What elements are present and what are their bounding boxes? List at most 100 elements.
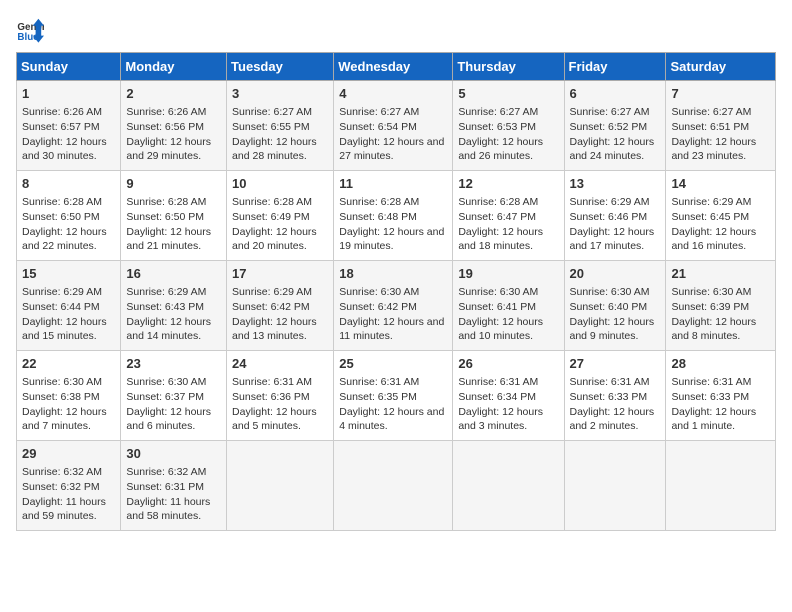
day-info: Sunrise: 6:31 AM Sunset: 6:36 PM Dayligh… <box>232 375 328 434</box>
calendar-cell: 10 Sunrise: 6:28 AM Sunset: 6:49 PM Dayli… <box>227 171 334 261</box>
calendar-cell <box>453 441 564 531</box>
calendar-cell <box>564 441 666 531</box>
day-info: Sunrise: 6:30 AM Sunset: 6:40 PM Dayligh… <box>570 285 661 344</box>
logo-icon: General Blue <box>16 16 44 44</box>
calendar-cell: 2 Sunrise: 6:26 AM Sunset: 6:56 PM Daylig… <box>121 81 227 171</box>
week-row-3: 15 Sunrise: 6:29 AM Sunset: 6:44 PM Dayli… <box>17 261 776 351</box>
calendar-cell: 26 Sunrise: 6:31 AM Sunset: 6:34 PM Dayli… <box>453 351 564 441</box>
day-info: Sunrise: 6:27 AM Sunset: 6:53 PM Dayligh… <box>458 105 558 164</box>
day-info: Sunrise: 6:29 AM Sunset: 6:45 PM Dayligh… <box>671 195 770 254</box>
day-number: 3 <box>232 85 328 103</box>
day-info: Sunrise: 6:29 AM Sunset: 6:43 PM Dayligh… <box>126 285 221 344</box>
calendar-cell: 29Sunrise: 6:32 AM Sunset: 6:32 PM Dayli… <box>17 441 121 531</box>
header-cell-thursday: Thursday <box>453 53 564 81</box>
day-info: Sunrise: 6:30 AM Sunset: 6:41 PM Dayligh… <box>458 285 558 344</box>
header-cell-wednesday: Wednesday <box>334 53 453 81</box>
day-info: Sunrise: 6:30 AM Sunset: 6:38 PM Dayligh… <box>22 375 115 434</box>
day-number: 26 <box>458 355 558 373</box>
calendar-cell: 16Sunrise: 6:29 AM Sunset: 6:43 PM Dayli… <box>121 261 227 351</box>
calendar-cell: 28 Sunrise: 6:31 AM Sunset: 6:33 PM Dayli… <box>666 351 776 441</box>
day-info: Sunrise: 6:30 AM Sunset: 6:39 PM Dayligh… <box>671 285 770 344</box>
day-info: Sunrise: 6:26 AM Sunset: 6:56 PM Dayligh… <box>126 105 221 164</box>
day-info: Sunrise: 6:30 AM Sunset: 6:37 PM Dayligh… <box>126 375 221 434</box>
header-cell-friday: Friday <box>564 53 666 81</box>
header-row: SundayMondayTuesdayWednesdayThursdayFrid… <box>17 53 776 81</box>
calendar-cell: 6 Sunrise: 6:27 AM Sunset: 6:52 PM Daylig… <box>564 81 666 171</box>
day-info: Sunrise: 6:27 AM Sunset: 6:55 PM Dayligh… <box>232 105 328 164</box>
calendar-cell: 14 Sunrise: 6:29 AM Sunset: 6:45 PM Dayli… <box>666 171 776 261</box>
header-cell-tuesday: Tuesday <box>227 53 334 81</box>
day-number: 15 <box>22 265 115 283</box>
calendar-cell: 24 Sunrise: 6:31 AM Sunset: 6:36 PM Dayli… <box>227 351 334 441</box>
day-info: Sunrise: 6:29 AM Sunset: 6:44 PM Dayligh… <box>22 285 115 344</box>
day-number: 24 <box>232 355 328 373</box>
day-number: 23 <box>126 355 221 373</box>
day-number: 30 <box>126 445 221 463</box>
calendar-cell: 4Sunrise: 6:27 AM Sunset: 6:54 PM Daylig… <box>334 81 453 171</box>
day-info: Sunrise: 6:30 AM Sunset: 6:42 PM Dayligh… <box>339 285 447 344</box>
calendar-cell <box>227 441 334 531</box>
day-number: 2 <box>126 85 221 103</box>
week-row-5: 29Sunrise: 6:32 AM Sunset: 6:32 PM Dayli… <box>17 441 776 531</box>
day-info: Sunrise: 6:28 AM Sunset: 6:50 PM Dayligh… <box>126 195 221 254</box>
day-number: 9 <box>126 175 221 193</box>
day-info: Sunrise: 6:31 AM Sunset: 6:33 PM Dayligh… <box>671 375 770 434</box>
calendar-cell: 11 Sunrise: 6:28 AM Sunset: 6:48 PM Dayli… <box>334 171 453 261</box>
day-info: Sunrise: 6:28 AM Sunset: 6:48 PM Dayligh… <box>339 195 447 254</box>
calendar-cell: 13 Sunrise: 6:29 AM Sunset: 6:46 PM Dayli… <box>564 171 666 261</box>
calendar-cell: 12 Sunrise: 6:28 AM Sunset: 6:47 PM Dayli… <box>453 171 564 261</box>
logo: General Blue <box>16 16 48 44</box>
day-info: Sunrise: 6:31 AM Sunset: 6:33 PM Dayligh… <box>570 375 661 434</box>
calendar-cell <box>334 441 453 531</box>
day-number: 6 <box>570 85 661 103</box>
calendar-cell: 15 Sunrise: 6:29 AM Sunset: 6:44 PM Dayli… <box>17 261 121 351</box>
day-info: Sunrise: 6:31 AM Sunset: 6:34 PM Dayligh… <box>458 375 558 434</box>
day-info: Sunrise: 6:29 AM Sunset: 6:46 PM Dayligh… <box>570 195 661 254</box>
day-info: Sunrise: 6:32 AM Sunset: 6:31 PM Dayligh… <box>126 465 221 524</box>
day-number: 13 <box>570 175 661 193</box>
day-number: 29 <box>22 445 115 463</box>
day-number: 18 <box>339 265 447 283</box>
calendar-cell: 9 Sunrise: 6:28 AM Sunset: 6:50 PM Daylig… <box>121 171 227 261</box>
day-info: Sunrise: 6:27 AM Sunset: 6:51 PM Dayligh… <box>671 105 770 164</box>
calendar-cell: 25 Sunrise: 6:31 AM Sunset: 6:35 PM Dayli… <box>334 351 453 441</box>
day-number: 17 <box>232 265 328 283</box>
calendar-cell: 21 Sunrise: 6:30 AM Sunset: 6:39 PM Dayli… <box>666 261 776 351</box>
header-cell-sunday: Sunday <box>17 53 121 81</box>
day-info: Sunrise: 6:26 AM Sunset: 6:57 PM Dayligh… <box>22 105 115 164</box>
calendar-cell: 18 Sunrise: 6:30 AM Sunset: 6:42 PM Dayli… <box>334 261 453 351</box>
day-number: 12 <box>458 175 558 193</box>
day-number: 20 <box>570 265 661 283</box>
calendar-cell: 30 Sunrise: 6:32 AM Sunset: 6:31 PM Dayli… <box>121 441 227 531</box>
day-number: 11 <box>339 175 447 193</box>
day-number: 21 <box>671 265 770 283</box>
calendar-cell: 23 Sunrise: 6:30 AM Sunset: 6:37 PM Dayli… <box>121 351 227 441</box>
day-number: 7 <box>671 85 770 103</box>
day-number: 8 <box>22 175 115 193</box>
page-header: General Blue <box>16 16 776 44</box>
calendar-table: SundayMondayTuesdayWednesdayThursdayFrid… <box>16 52 776 531</box>
day-info: Sunrise: 6:27 AM Sunset: 6:54 PM Dayligh… <box>339 105 447 164</box>
calendar-cell: 8Sunrise: 6:28 AM Sunset: 6:50 PM Daylig… <box>17 171 121 261</box>
calendar-cell: 20 Sunrise: 6:30 AM Sunset: 6:40 PM Dayli… <box>564 261 666 351</box>
day-info: Sunrise: 6:28 AM Sunset: 6:49 PM Dayligh… <box>232 195 328 254</box>
day-info: Sunrise: 6:29 AM Sunset: 6:42 PM Dayligh… <box>232 285 328 344</box>
day-info: Sunrise: 6:28 AM Sunset: 6:47 PM Dayligh… <box>458 195 558 254</box>
header-cell-saturday: Saturday <box>666 53 776 81</box>
day-number: 1 <box>22 85 115 103</box>
calendar-cell: 27 Sunrise: 6:31 AM Sunset: 6:33 PM Dayli… <box>564 351 666 441</box>
day-number: 10 <box>232 175 328 193</box>
calendar-cell: 22 Sunrise: 6:30 AM Sunset: 6:38 PM Dayli… <box>17 351 121 441</box>
day-number: 27 <box>570 355 661 373</box>
day-number: 25 <box>339 355 447 373</box>
day-number: 28 <box>671 355 770 373</box>
day-info: Sunrise: 6:27 AM Sunset: 6:52 PM Dayligh… <box>570 105 661 164</box>
week-row-2: 8 Sunrise: 6:28 AM Sunset: 6:50 PM Daylig… <box>17 171 776 261</box>
calendar-cell <box>666 441 776 531</box>
week-row-1: 1 Sunrise: 6:26 AM Sunset: 6:57 PM Daylig… <box>17 81 776 171</box>
day-number: 14 <box>671 175 770 193</box>
day-info: Sunrise: 6:31 AM Sunset: 6:35 PM Dayligh… <box>339 375 447 434</box>
day-number: 22 <box>22 355 115 373</box>
calendar-cell: 1 Sunrise: 6:26 AM Sunset: 6:57 PM Daylig… <box>17 81 121 171</box>
calendar-cell: 17 Sunrise: 6:29 AM Sunset: 6:42 PM Dayli… <box>227 261 334 351</box>
